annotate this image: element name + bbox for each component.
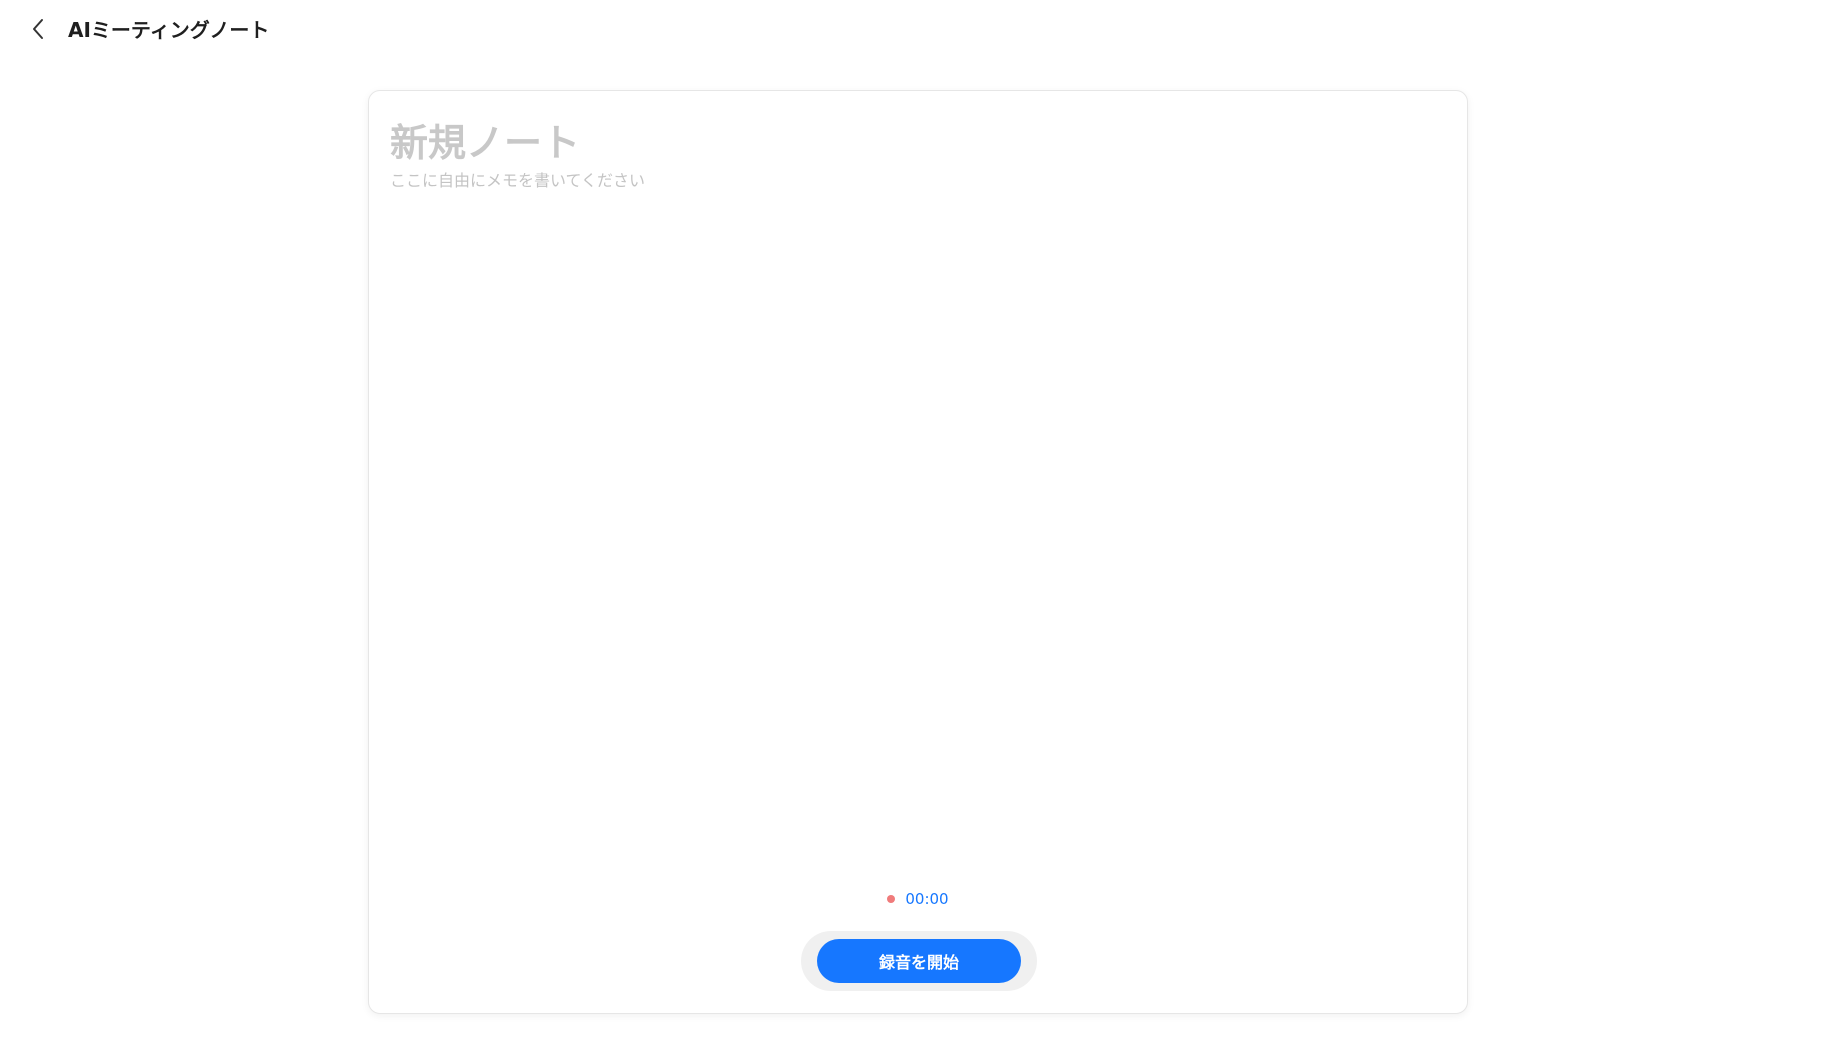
page-title: AIミーティングノート	[68, 18, 270, 42]
back-button[interactable]	[24, 15, 52, 43]
recording-timer: 00:00	[369, 889, 1467, 909]
elapsed-time: 00:00	[905, 890, 949, 908]
chevron-left-icon	[33, 19, 43, 39]
start-recording-button[interactable]: 録音を開始	[817, 939, 1021, 983]
record-button-container: 録音を開始	[801, 931, 1037, 991]
recording-status-dot	[887, 895, 896, 903]
note-editor: 00:00 録音を開始	[368, 90, 1468, 1014]
note-title-input[interactable]	[390, 117, 1090, 169]
app-header: AIミーティングノート	[0, 0, 1828, 62]
note-body-textarea[interactable]	[390, 169, 1430, 849]
